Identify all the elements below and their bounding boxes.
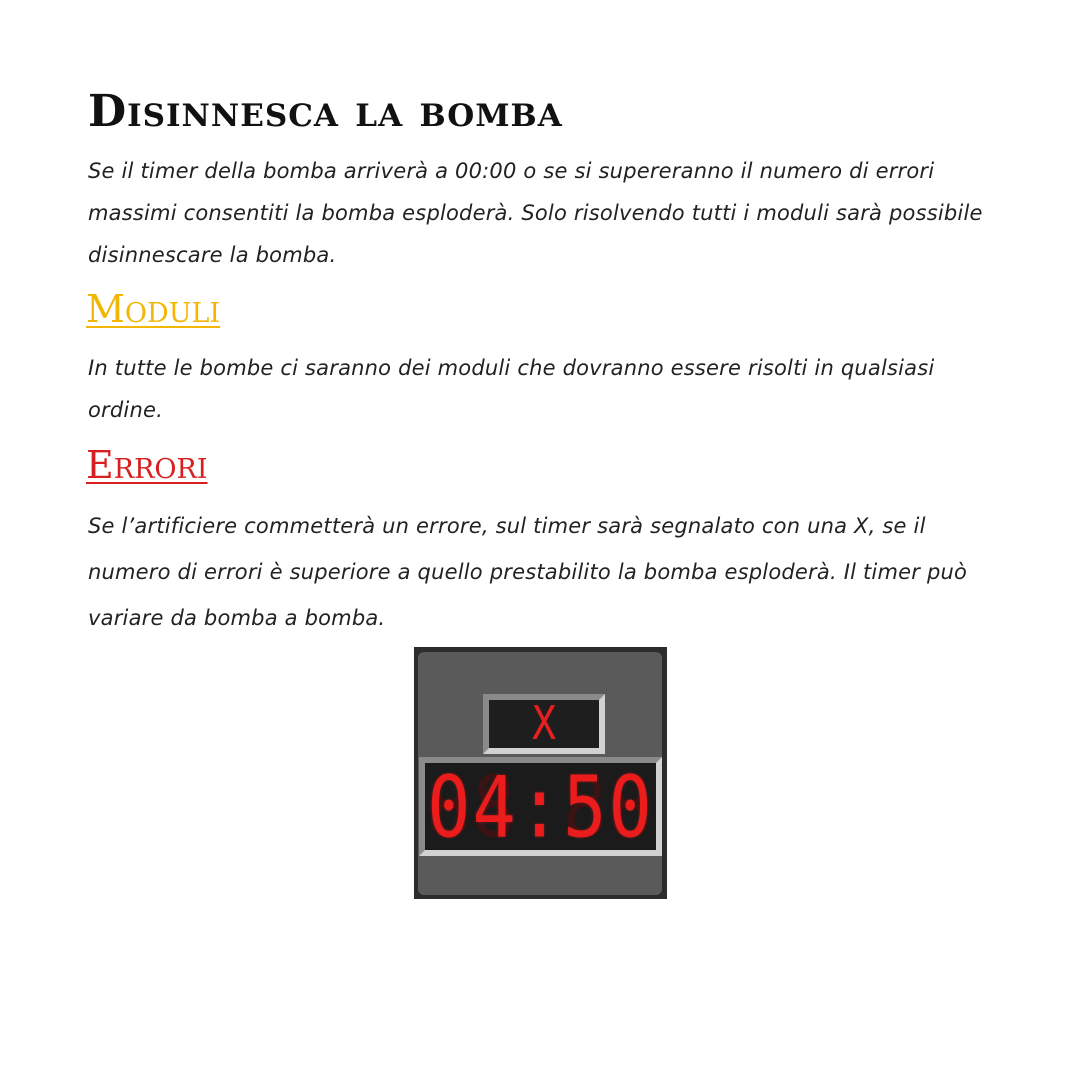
strike-indicator: X: [531, 697, 557, 751]
intro-paragraph: Se il timer della bomba arriverà a 00:00…: [88, 159, 983, 267]
section-heading-moduli: Moduli: [86, 287, 221, 331]
clock-digits: 04:50: [425, 763, 656, 850]
strike-display: X: [483, 694, 605, 754]
section-body-moduli: In tutte le bombe ci saranno dei moduli …: [88, 356, 935, 422]
timer-panel: X 88:88 04:50: [418, 652, 662, 895]
clock-time: 04:50: [427, 763, 654, 850]
section-body-errori: Se l’artificiere commetterà un errore, s…: [88, 514, 968, 630]
clock-screen: 88:88 04:50: [425, 763, 656, 850]
section-heading-errori: Errori: [86, 443, 208, 487]
strike-screen: X: [489, 700, 599, 748]
document-page: Disinnesca la bomba Se il timer della bo…: [0, 0, 1080, 1080]
clock-display: 88:88 04:50: [419, 757, 662, 856]
bomb-timer-image: X 88:88 04:50: [414, 647, 667, 899]
page-title: Disinnesca la bomba: [88, 86, 563, 137]
